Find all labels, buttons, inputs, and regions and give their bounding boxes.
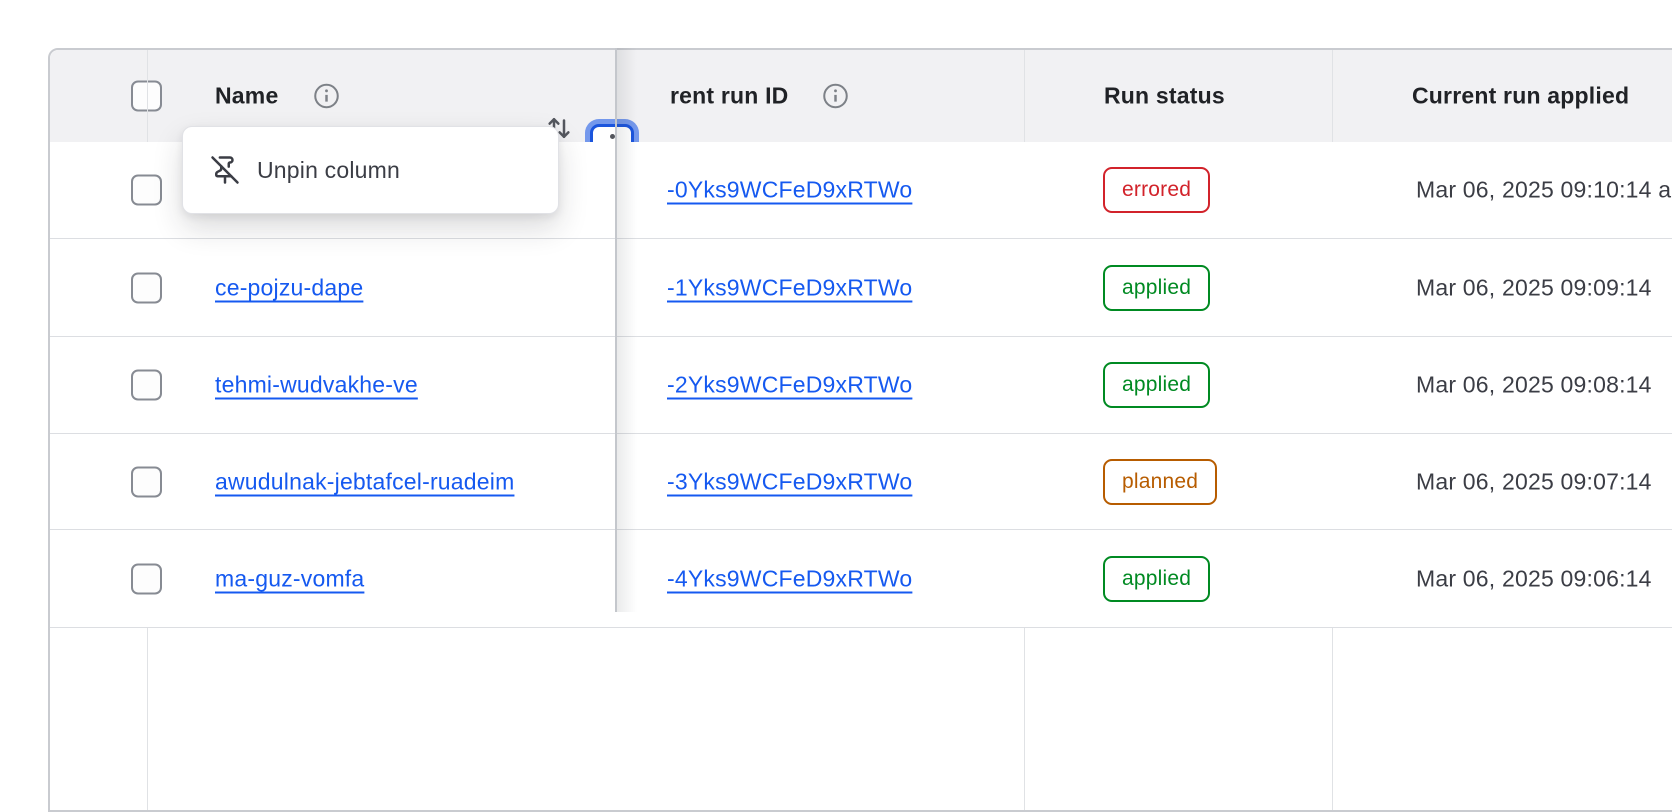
column-header-run-status: Run status: [1104, 83, 1225, 110]
run-status-badge: applied: [1103, 265, 1210, 311]
workspace-name-link[interactable]: ce-pojzu-dape: [215, 274, 363, 301]
workspace-name-link[interactable]: tehmi-wudvakhe-ve: [215, 372, 418, 399]
row-checkbox[interactable]: [131, 272, 162, 303]
column-menu-dropdown: Unpin column: [182, 126, 559, 214]
run-status-badge: planned: [1103, 459, 1217, 505]
current-run-applied-timestamp: Mar 06, 2025 09:09:14: [1416, 274, 1652, 301]
run-id-link[interactable]: -3Yks9WCFeD9xRTWo: [667, 468, 912, 495]
row-checkbox[interactable]: [131, 175, 162, 206]
run-id-link[interactable]: -0Yks9WCFeD9xRTWo: [667, 177, 912, 204]
row-checkbox[interactable]: [131, 466, 162, 497]
menu-item-unpin-column[interactable]: Unpin column: [257, 157, 400, 184]
run-id-link[interactable]: -4Yks9WCFeD9xRTWo: [667, 565, 912, 592]
workspace-name-link[interactable]: ma-guz-vomfa: [215, 565, 364, 592]
run-status-badge: applied: [1103, 362, 1210, 408]
row-checkbox[interactable]: [131, 370, 162, 401]
column-header-current-run-applied: Current run applied: [1412, 83, 1629, 110]
info-icon[interactable]: [822, 83, 849, 110]
current-run-applied-timestamp: Mar 06, 2025 09:06:14: [1416, 565, 1652, 592]
current-run-applied-timestamp: Mar 06, 2025 09:07:14: [1416, 468, 1652, 495]
run-id-link[interactable]: -1Yks9WCFeD9xRTWo: [667, 274, 912, 301]
workspace-name-link[interactable]: awudulnak-jebtafcel-ruadeim: [215, 468, 514, 495]
column-header-current-run-id: rent run ID: [670, 83, 788, 110]
table-row: ce-pojzu-dape -1Yks9WCFeD9xRTWo applied …: [50, 239, 1672, 337]
column-header-name: Name: [215, 83, 278, 110]
row-checkbox[interactable]: [131, 563, 162, 594]
current-run-applied-timestamp: Mar 06, 2025 09:10:14 a: [1416, 177, 1671, 204]
pin-off-icon: [210, 155, 240, 185]
table-row: awudulnak-jebtafcel-ruadeim -3Yks9WCFeD9…: [50, 434, 1672, 530]
table-row: tehmi-wudvakhe-ve -2Yks9WCFeD9xRTWo appl…: [50, 337, 1672, 434]
current-run-applied-timestamp: Mar 06, 2025 09:08:14: [1416, 372, 1652, 399]
run-id-link[interactable]: -2Yks9WCFeD9xRTWo: [667, 372, 912, 399]
pinned-column-shadow: [617, 48, 637, 612]
info-icon[interactable]: [313, 83, 340, 110]
run-status-badge: applied: [1103, 556, 1210, 602]
table-row: ma-guz-vomfa -4Yks9WCFeD9xRTWo applied M…: [50, 530, 1672, 628]
run-status-badge: errored: [1103, 167, 1210, 213]
